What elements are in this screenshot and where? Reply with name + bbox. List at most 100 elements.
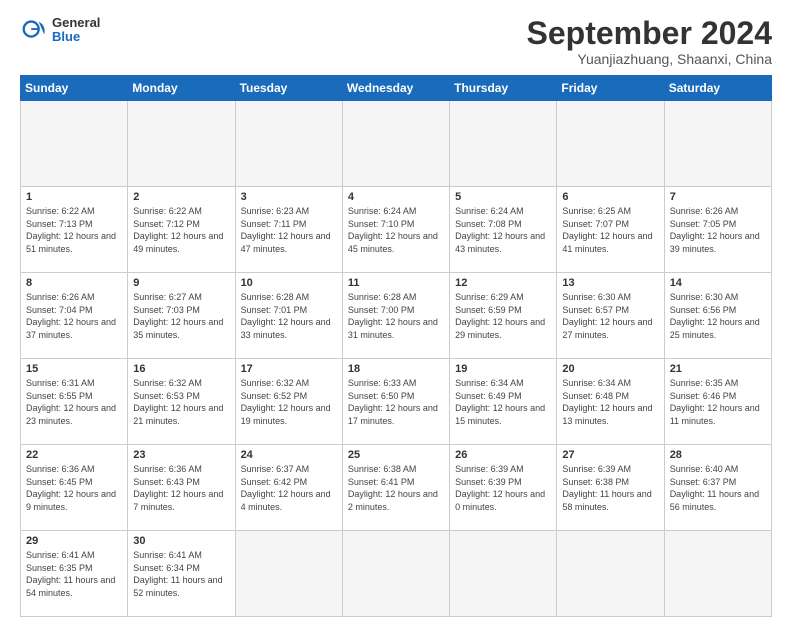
day-number: 5	[455, 191, 551, 203]
table-row: 16Sunrise: 6:32 AMSunset: 6:53 PMDayligh…	[128, 359, 235, 445]
day-info: Sunrise: 6:36 AMSunset: 6:45 PMDaylight:…	[26, 463, 122, 513]
logo-general-text: General	[52, 16, 100, 30]
table-row	[128, 101, 235, 187]
day-info: Sunrise: 6:38 AMSunset: 6:41 PMDaylight:…	[348, 463, 444, 513]
day-number: 4	[348, 191, 444, 203]
day-number: 18	[348, 363, 444, 375]
calendar-week-row: 29Sunrise: 6:41 AMSunset: 6:35 PMDayligh…	[21, 531, 772, 617]
table-row: 25 Sunrise: 6:38 AMSunset: 6:41 PMDayligh…	[342, 445, 449, 531]
title-location: Yuanjiazhuang, Shaanxi, China	[527, 51, 772, 67]
day-info: Sunrise: 6:30 AMSunset: 6:57 PMDaylight:…	[562, 291, 658, 341]
table-row: 26 Sunrise: 6:39 AMSunset: 6:39 PMDayligh…	[450, 445, 557, 531]
day-info: Sunrise: 6:32 AMSunset: 6:53 PMDaylight:…	[133, 377, 229, 427]
table-row	[664, 531, 771, 617]
day-info: Sunrise: 6:27 AMSunset: 7:03 PMDaylight:…	[133, 291, 229, 341]
table-row: 2 Sunrise: 6:22 AMSunset: 7:12 PMDaylight…	[128, 187, 235, 273]
table-row: 5 Sunrise: 6:24 AMSunset: 7:08 PMDaylight…	[450, 187, 557, 273]
table-row: 23 Sunrise: 6:36 AMSunset: 6:43 PMDayligh…	[128, 445, 235, 531]
table-row: 13 Sunrise: 6:30 AMSunset: 6:57 PMDayligh…	[557, 273, 664, 359]
day-info: Sunrise: 6:23 AMSunset: 7:11 PMDaylight:…	[241, 205, 337, 255]
day-info: Sunrise: 6:24 AMSunset: 7:10 PMDaylight:…	[348, 205, 444, 255]
calendar-week-row: 1 Sunrise: 6:22 AMSunset: 7:13 PMDaylight…	[21, 187, 772, 273]
table-row: 22 Sunrise: 6:36 AMSunset: 6:45 PMDayligh…	[21, 445, 128, 531]
day-number: 24	[241, 449, 337, 461]
table-row: 6 Sunrise: 6:25 AMSunset: 7:07 PMDaylight…	[557, 187, 664, 273]
table-row: 8 Sunrise: 6:26 AMSunset: 7:04 PMDaylight…	[21, 273, 128, 359]
table-row: 1 Sunrise: 6:22 AMSunset: 7:13 PMDaylight…	[21, 187, 128, 273]
table-row: 3 Sunrise: 6:23 AMSunset: 7:11 PMDaylight…	[235, 187, 342, 273]
day-info: Sunrise: 6:34 AMSunset: 6:48 PMDaylight:…	[562, 377, 658, 427]
day-info: Sunrise: 6:36 AMSunset: 6:43 PMDaylight:…	[133, 463, 229, 513]
title-month: September 2024	[527, 16, 772, 51]
day-number: 3	[241, 191, 337, 203]
day-number: 8	[26, 277, 122, 289]
day-number: 12	[455, 277, 551, 289]
day-info: Sunrise: 6:32 AMSunset: 6:52 PMDaylight:…	[241, 377, 337, 427]
col-sunday: Sunday	[21, 76, 128, 101]
table-row	[557, 531, 664, 617]
col-friday: Friday	[557, 76, 664, 101]
table-row	[557, 101, 664, 187]
day-info: Sunrise: 6:22 AMSunset: 7:13 PMDaylight:…	[26, 205, 122, 255]
day-info: Sunrise: 6:26 AMSunset: 7:04 PMDaylight:…	[26, 291, 122, 341]
table-row: 4 Sunrise: 6:24 AMSunset: 7:10 PMDaylight…	[342, 187, 449, 273]
col-wednesday: Wednesday	[342, 76, 449, 101]
day-number: 10	[241, 277, 337, 289]
day-number: 22	[26, 449, 122, 461]
table-row	[342, 531, 449, 617]
table-row: 12 Sunrise: 6:29 AMSunset: 6:59 PMDayligh…	[450, 273, 557, 359]
day-info: Sunrise: 6:39 AMSunset: 6:38 PMDaylight:…	[562, 463, 658, 513]
table-row: 15 Sunrise: 6:31 AMSunset: 6:55 PMDayligh…	[21, 359, 128, 445]
table-row: 7 Sunrise: 6:26 AMSunset: 7:05 PMDaylight…	[664, 187, 771, 273]
day-number: 27	[562, 449, 658, 461]
day-info: Sunrise: 6:40 AMSunset: 6:37 PMDaylight:…	[670, 463, 766, 513]
table-row: 18Sunrise: 6:33 AMSunset: 6:50 PMDayligh…	[342, 359, 449, 445]
table-row	[450, 531, 557, 617]
day-number: 28	[670, 449, 766, 461]
table-row: 19Sunrise: 6:34 AMSunset: 6:49 PMDayligh…	[450, 359, 557, 445]
day-info: Sunrise: 6:39 AMSunset: 6:39 PMDaylight:…	[455, 463, 551, 513]
day-number: 25	[348, 449, 444, 461]
day-info: Sunrise: 6:29 AMSunset: 6:59 PMDaylight:…	[455, 291, 551, 341]
day-info: Sunrise: 6:34 AMSunset: 6:49 PMDaylight:…	[455, 377, 551, 427]
table-row: 20 Sunrise: 6:34 AMSunset: 6:48 PMDayligh…	[557, 359, 664, 445]
day-number: 26	[455, 449, 551, 461]
table-row: 29Sunrise: 6:41 AMSunset: 6:35 PMDayligh…	[21, 531, 128, 617]
logo-icon	[20, 16, 48, 44]
day-info: Sunrise: 6:31 AMSunset: 6:55 PMDaylight:…	[26, 377, 122, 427]
day-number: 20	[562, 363, 658, 375]
day-number: 9	[133, 277, 229, 289]
day-number: 7	[670, 191, 766, 203]
calendar-table: Sunday Monday Tuesday Wednesday Thursday…	[20, 75, 772, 617]
table-row	[235, 101, 342, 187]
table-row	[450, 101, 557, 187]
table-row: 10Sunrise: 6:28 AMSunset: 7:01 PMDayligh…	[235, 273, 342, 359]
day-number: 1	[26, 191, 122, 203]
table-row: 24 Sunrise: 6:37 AMSunset: 6:42 PMDayligh…	[235, 445, 342, 531]
day-number: 21	[670, 363, 766, 375]
day-number: 15	[26, 363, 122, 375]
day-info: Sunrise: 6:25 AMSunset: 7:07 PMDaylight:…	[562, 205, 658, 255]
day-info: Sunrise: 6:22 AMSunset: 7:12 PMDaylight:…	[133, 205, 229, 255]
col-tuesday: Tuesday	[235, 76, 342, 101]
day-info: Sunrise: 6:41 AMSunset: 6:35 PMDaylight:…	[26, 549, 122, 599]
calendar-week-row: 8 Sunrise: 6:26 AMSunset: 7:04 PMDaylight…	[21, 273, 772, 359]
day-info: Sunrise: 6:28 AMSunset: 7:00 PMDaylight:…	[348, 291, 444, 341]
logo-blue-text: Blue	[52, 30, 100, 44]
title-block: September 2024 Yuanjiazhuang, Shaanxi, C…	[527, 16, 772, 67]
table-row	[21, 101, 128, 187]
logo-text: General Blue	[52, 16, 100, 45]
calendar-week-row: 15 Sunrise: 6:31 AMSunset: 6:55 PMDayligh…	[21, 359, 772, 445]
day-number: 6	[562, 191, 658, 203]
day-number: 2	[133, 191, 229, 203]
table-row	[342, 101, 449, 187]
day-info: Sunrise: 6:24 AMSunset: 7:08 PMDaylight:…	[455, 205, 551, 255]
page: General Blue September 2024 Yuanjiazhuan…	[0, 0, 792, 612]
day-number: 23	[133, 449, 229, 461]
day-info: Sunrise: 6:26 AMSunset: 7:05 PMDaylight:…	[670, 205, 766, 255]
day-number: 13	[562, 277, 658, 289]
day-info: Sunrise: 6:37 AMSunset: 6:42 PMDaylight:…	[241, 463, 337, 513]
logo: General Blue	[20, 16, 100, 45]
day-number: 17	[241, 363, 337, 375]
day-info: Sunrise: 6:30 AMSunset: 6:56 PMDaylight:…	[670, 291, 766, 341]
